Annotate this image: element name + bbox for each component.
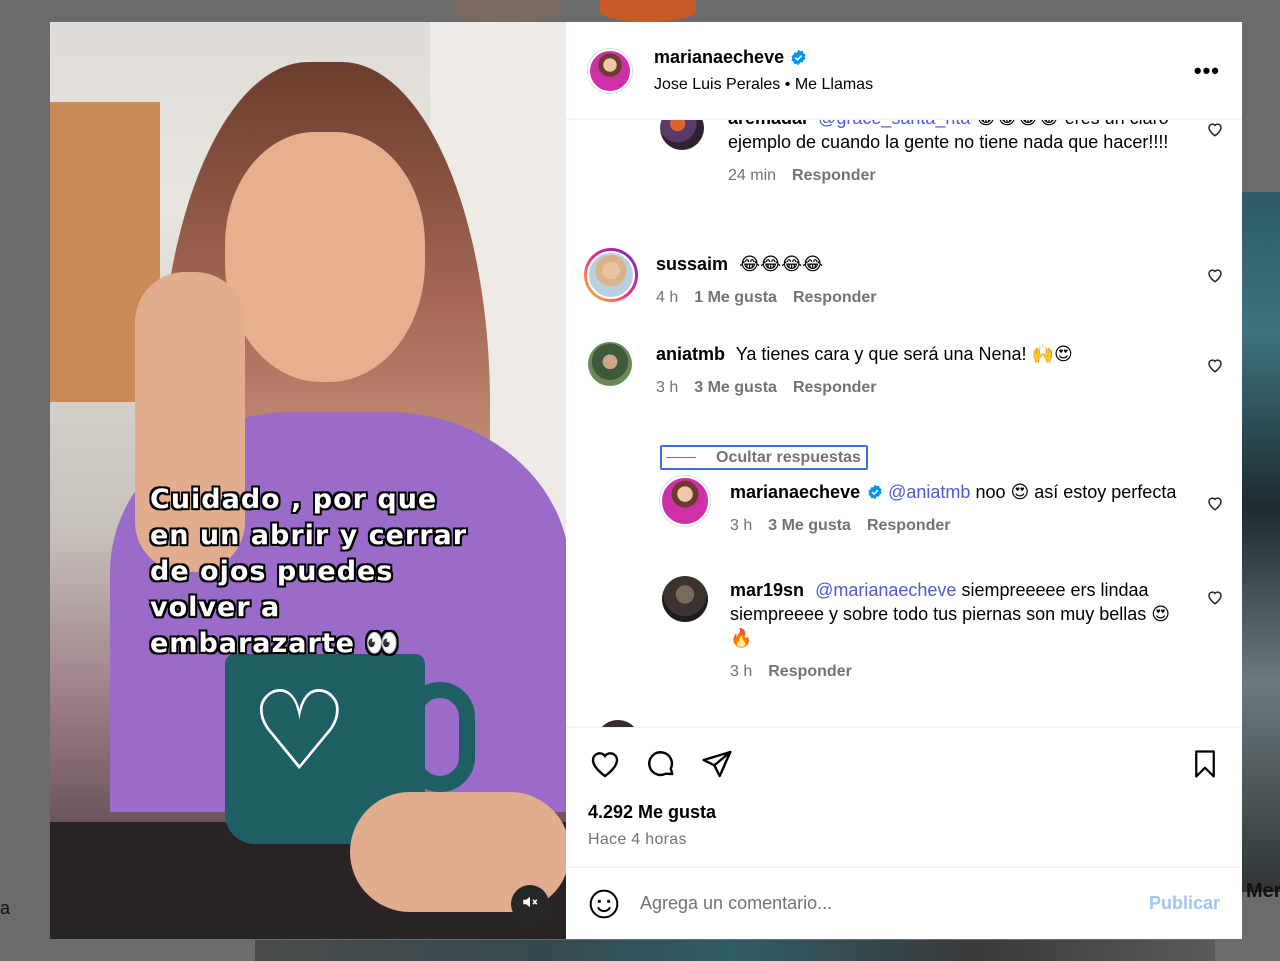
post-side-panel: marianaecheve Jose Luis Perales • Me Lla… xyxy=(566,22,1242,939)
comment-likes-count[interactable]: 1 Me gusta xyxy=(694,286,777,310)
grid-thumb xyxy=(1242,192,1280,892)
heart-outline-icon[interactable] xyxy=(588,748,622,780)
hide-replies-label: Ocultar respuestas xyxy=(716,448,861,466)
publish-button[interactable]: Publicar xyxy=(1149,893,1220,914)
reply-button[interactable]: Responder xyxy=(867,514,951,538)
verified-badge-icon xyxy=(867,482,888,502)
post-likes-count[interactable]: 4.292 Me gusta xyxy=(588,802,1220,823)
reply-item: marianaecheve @aniatmb noo 😍 así estoy p… xyxy=(566,476,1242,538)
comment-like-heart-icon[interactable] xyxy=(1206,356,1224,374)
reply-like-heart-icon[interactable] xyxy=(1206,588,1224,606)
paper-plane-icon[interactable] xyxy=(700,748,734,780)
reply-time[interactable]: 3 h xyxy=(730,660,752,684)
speaker-muted-icon xyxy=(521,893,539,916)
story-thumb xyxy=(600,0,696,22)
commenter-avatar[interactable] xyxy=(588,342,632,386)
bookmark-icon[interactable] xyxy=(1190,748,1220,780)
comment-time[interactable]: 4 h xyxy=(656,286,678,310)
comment-text: 😂😂😂😂 xyxy=(739,254,824,274)
mug-heart-logo: ♡ xyxy=(250,670,349,793)
comment-input[interactable] xyxy=(640,893,1149,914)
comment-username[interactable]: sussaim xyxy=(656,254,728,274)
background-text-right: Mer xyxy=(1246,880,1280,902)
comment-likes-count[interactable]: 3 Me gusta xyxy=(694,376,777,400)
author-info: marianaecheve Jose Luis Perales • Me Lla… xyxy=(654,47,1194,94)
commenter-avatar[interactable] xyxy=(584,248,638,302)
comment-like-heart-icon[interactable] xyxy=(1206,120,1224,138)
post-header: marianaecheve Jose Luis Perales • Me Lla… xyxy=(566,22,1242,120)
commenter-avatar[interactable] xyxy=(596,720,640,727)
smiley-icon[interactable] xyxy=(588,888,620,920)
comment-time[interactable]: 24 min xyxy=(728,164,776,188)
reply-button[interactable]: Responder xyxy=(793,286,877,310)
comment-bubble-icon[interactable] xyxy=(644,748,678,780)
post-video[interactable]: ♡ Cuidado , por que en un abrir y cerrar… xyxy=(50,22,566,939)
comment-username[interactable]: aremadai xyxy=(728,120,807,128)
reply-button[interactable]: Responder xyxy=(792,164,876,188)
more-horizontal-icon: ••• xyxy=(1193,57,1220,83)
reply-likes-count[interactable]: 3 Me gusta xyxy=(768,514,851,538)
audio-info[interactable]: Jose Luis Perales • Me Llamas xyxy=(654,76,1194,94)
video-frame-face xyxy=(225,132,425,382)
more-options-button[interactable]: ••• xyxy=(1194,58,1220,84)
replies-divider-line xyxy=(666,457,696,458)
post-modal: ♡ Cuidado , por que en un abrir y cerrar… xyxy=(50,22,1242,939)
audio-separator: • xyxy=(784,76,791,93)
reply-button[interactable]: Responder xyxy=(793,376,877,400)
audio-song: Me Llamas xyxy=(794,76,874,93)
comment-item: aremadai @grace_santa_rita 😂😂😂😂 eres un … xyxy=(566,120,1242,188)
post-timestamp[interactable]: Hace 4 horas xyxy=(588,831,1220,849)
grid-thumb-row xyxy=(255,940,1215,961)
reply-username[interactable]: mar19sn xyxy=(730,580,804,600)
comment-item: aniatmb Ya tienes cara y que será una Ne… xyxy=(566,342,1242,400)
post-actions: 4.292 Me gusta Hace 4 horas xyxy=(566,727,1242,867)
comment-time[interactable]: 3 h xyxy=(656,376,678,400)
video-caption-overlay: Cuidado , por que en un abrir y cerrar d… xyxy=(150,484,468,659)
reply-time[interactable]: 3 h xyxy=(730,514,752,538)
reply-username[interactable]: marianaecheve xyxy=(730,482,860,502)
background-text-left: a xyxy=(0,898,11,918)
reply-item: mar19sn @marianaecheve siempreeeee ers l… xyxy=(566,576,1242,684)
reply-mention[interactable]: @marianaecheve xyxy=(815,580,956,600)
commenter-avatar[interactable] xyxy=(660,120,704,150)
reply-like-heart-icon[interactable] xyxy=(1206,494,1224,512)
comment-like-heart-icon[interactable] xyxy=(1206,266,1224,284)
audio-artist: Jose Luis Perales xyxy=(654,76,781,93)
author-username[interactable]: marianaecheve xyxy=(654,47,784,68)
hide-replies-button[interactable]: Ocultar respuestas xyxy=(660,445,868,470)
replier-avatar[interactable] xyxy=(662,576,708,622)
reply-button[interactable]: Responder xyxy=(768,660,852,684)
comments-list[interactable]: aremadai @grace_santa_rita 😂😂😂😂 eres un … xyxy=(566,120,1242,727)
comment-composer: Publicar xyxy=(566,867,1242,939)
story-thumb xyxy=(455,0,560,22)
mute-button[interactable] xyxy=(511,885,549,923)
comment-username[interactable]: aniatmb xyxy=(656,344,725,364)
reply-mention[interactable]: @aniatmb xyxy=(888,482,970,502)
verified-badge-icon xyxy=(790,49,807,66)
author-avatar[interactable] xyxy=(588,48,632,93)
comment-text: Ya tienes cara y que será una Nena! 🙌😍 xyxy=(735,344,1073,364)
comment-mention[interactable]: @grace_santa_rita xyxy=(818,120,970,128)
replier-avatar[interactable] xyxy=(660,476,710,526)
comment-item: sussaim 😂😂😂😂 4 h 1 Me gusta Responder xyxy=(566,248,1242,310)
reply-text: noo 😍 así estoy perfecta xyxy=(975,482,1177,502)
